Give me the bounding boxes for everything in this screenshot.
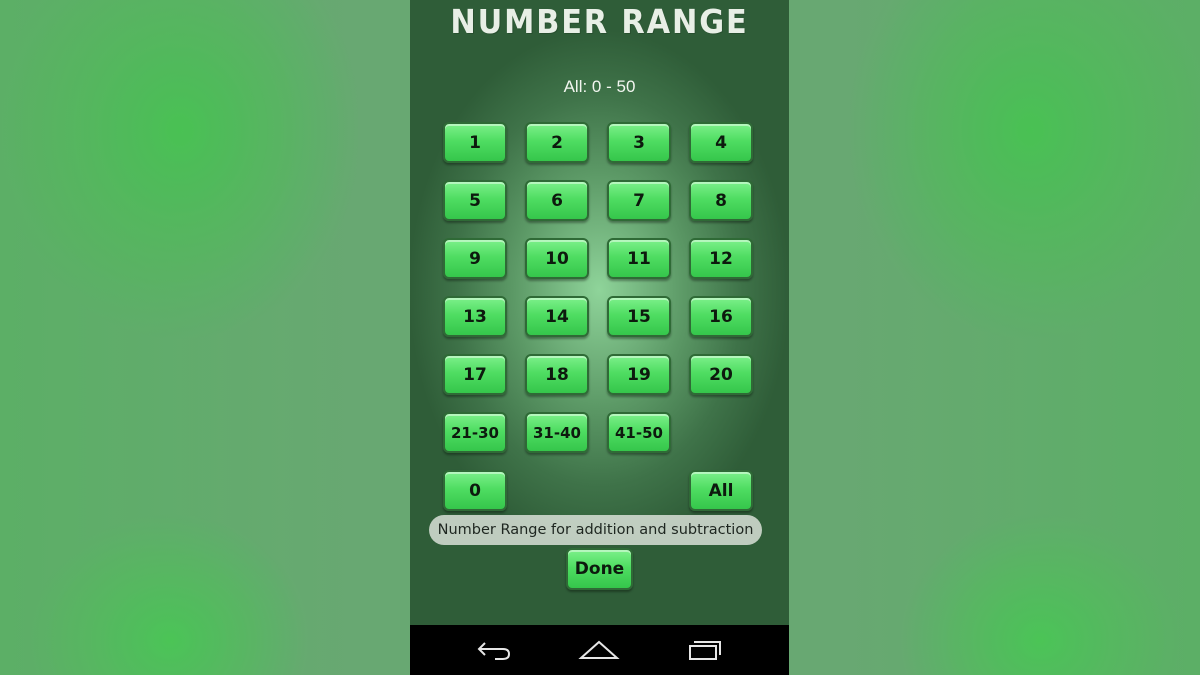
range-button-31-40[interactable]: 31-40 bbox=[525, 412, 589, 453]
range-button-18[interactable]: 18 bbox=[525, 354, 589, 395]
range-button-3[interactable]: 3 bbox=[607, 122, 671, 163]
page-title: NUMBER RANGE bbox=[450, 2, 749, 41]
range-button-11[interactable]: 11 bbox=[607, 238, 671, 279]
range-button-15[interactable]: 15 bbox=[607, 296, 671, 337]
range-button-17[interactable]: 17 bbox=[443, 354, 507, 395]
range-button-1[interactable]: 1 bbox=[443, 122, 507, 163]
range-button-all[interactable]: All bbox=[689, 470, 753, 511]
home-button[interactable] bbox=[577, 635, 621, 665]
range-button-2[interactable]: 2 bbox=[525, 122, 589, 163]
android-navigation-bar bbox=[410, 625, 789, 675]
range-button-5[interactable]: 5 bbox=[443, 180, 507, 221]
recent-apps-icon bbox=[689, 641, 721, 660]
range-button-12[interactable]: 12 bbox=[689, 238, 753, 279]
range-button-19[interactable]: 19 bbox=[607, 354, 671, 395]
range-button-16[interactable]: 16 bbox=[689, 296, 753, 337]
range-description-caption: Number Range for addition and subtractio… bbox=[429, 515, 762, 545]
range-button-9[interactable]: 9 bbox=[443, 238, 507, 279]
home-icon bbox=[578, 640, 620, 659]
range-button-21-30[interactable]: 21-30 bbox=[443, 412, 507, 453]
range-button-8[interactable]: 8 bbox=[689, 180, 753, 221]
range-button-20[interactable]: 20 bbox=[689, 354, 753, 395]
range-button-4[interactable]: 4 bbox=[689, 122, 753, 163]
range-button-0[interactable]: 0 bbox=[443, 470, 507, 511]
recent-apps-button[interactable] bbox=[682, 635, 726, 665]
current-range-label: All: 0 - 50 bbox=[563, 77, 636, 96]
back-arrow-icon bbox=[477, 642, 511, 660]
range-button-13[interactable]: 13 bbox=[443, 296, 507, 337]
back-button[interactable] bbox=[473, 635, 517, 665]
range-button-41-50[interactable]: 41-50 bbox=[607, 412, 671, 453]
phone-screen: NUMBER RANGE All: 0 - 50 1 2 3 4 5 6 7 8… bbox=[410, 0, 789, 675]
range-button-7[interactable]: 7 bbox=[607, 180, 671, 221]
range-button-10[interactable]: 10 bbox=[525, 238, 589, 279]
range-button-14[interactable]: 14 bbox=[525, 296, 589, 337]
range-button-6[interactable]: 6 bbox=[525, 180, 589, 221]
done-button[interactable]: Done bbox=[566, 548, 633, 590]
